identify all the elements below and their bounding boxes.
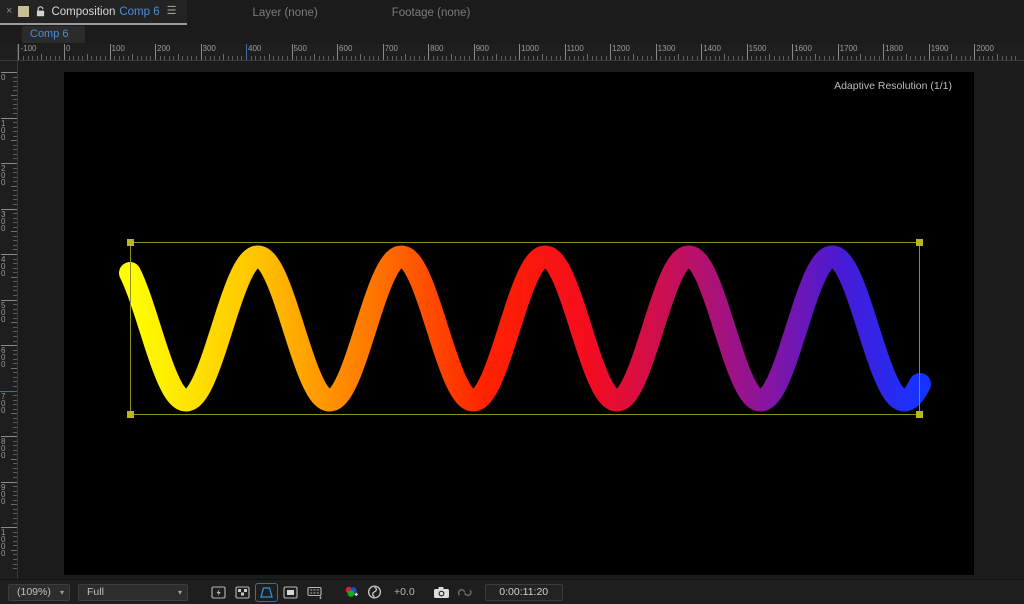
ruler-tick-label: 0	[66, 44, 71, 53]
selection-handle-top-right[interactable]	[916, 239, 923, 246]
horizontal-ruler[interactable]: -100 0 100 200 300 400 500 600 700 800 900 1000 1100…	[18, 44, 1024, 61]
viewer-bottom-toolbar: (109%) ▾ Full ▾ +0.0 0:00:11:20	[0, 579, 1024, 604]
adaptive-resolution-label: Adaptive Resolution (1/1)	[834, 80, 952, 92]
tab-gap-2	[328, 0, 386, 25]
grid-and-guide-options-icon[interactable]	[255, 582, 278, 602]
ruler-tick-label: 200	[1, 164, 6, 188]
chevron-down-icon: ▾	[177, 587, 182, 597]
ruler-tick-label: 1200	[612, 44, 630, 53]
ruler-tick-label: 700	[384, 44, 398, 53]
tab-layer[interactable]: Layer (none)	[247, 0, 328, 25]
ruler-tick-label: 700	[1, 391, 6, 415]
ruler-tick-label: 800	[1, 437, 6, 461]
ruler-tick-label: 600	[339, 44, 353, 53]
composition-canvas[interactable]: Adaptive Resolution (1/1)	[64, 72, 974, 575]
tab-label-footage: Footage (none)	[391, 6, 471, 19]
tab-gap-1	[187, 0, 247, 25]
ruler-corner	[0, 44, 18, 61]
ruler-tick-label: 1700	[839, 44, 858, 53]
tab-label-layer: Layer (none)	[252, 6, 318, 19]
ruler-tick-label: 1800	[885, 44, 903, 53]
vertical-ruler[interactable]: 0 100 200 300 400 500 600 700 800 900 1000	[0, 61, 18, 579]
exposure-icon[interactable]	[364, 584, 385, 601]
ruler-tick-label: 900	[1, 482, 6, 506]
ruler-tick-label: 800	[430, 44, 444, 53]
selection-handle-bottom-right[interactable]	[916, 411, 923, 418]
ruler-tick-label: 300	[202, 44, 216, 53]
ruler-tick-label: -100	[20, 44, 37, 53]
ruler-tick-label: 600	[1, 346, 6, 370]
transparency-grid-icon[interactable]	[232, 584, 253, 601]
channel-rgb-icon[interactable]	[340, 584, 361, 601]
selection-handle-bottom-left[interactable]	[127, 411, 134, 418]
ruler-guide-marker[interactable]	[0, 390, 17, 392]
resolution-dropdown[interactable]: Full ▾	[78, 583, 188, 601]
exposure-value[interactable]: +0.0	[394, 586, 415, 598]
preview-time-icon[interactable]	[304, 584, 325, 601]
zoom-level-value: (109%)	[17, 586, 51, 598]
layer-selection-box[interactable]	[127, 239, 923, 418]
ruler-tick-label: 2000	[976, 44, 994, 53]
close-icon[interactable]: ×	[6, 6, 12, 17]
ruler-tick-label: 1500	[748, 44, 767, 53]
ruler-tick-label: 500	[1, 300, 6, 324]
ruler-guide-marker[interactable]	[246, 44, 248, 60]
ruler-tick-label: 1400	[703, 44, 721, 53]
tab-comp-name: Comp 6	[119, 5, 160, 18]
zoom-level-dropdown[interactable]: (109%) ▾	[8, 583, 70, 601]
ruler-tick-label: 1900	[930, 44, 949, 53]
tab-footage[interactable]: Footage (none)	[386, 0, 481, 25]
ruler-tick-label: 300	[1, 209, 6, 233]
take-snapshot-icon[interactable]	[431, 584, 452, 601]
ruler-tick-label: 900	[475, 44, 489, 53]
tab-composition[interactable]: × Composition Comp 6 ☰	[0, 0, 187, 25]
ruler-tick-label: 100	[111, 44, 125, 53]
ruler-tick-label: 1600	[794, 44, 812, 53]
resolution-value: Full	[87, 586, 104, 598]
ruler-tick-label: 0	[1, 73, 6, 82]
lock-icon[interactable]	[36, 6, 45, 17]
mask-shape-visibility-icon[interactable]	[280, 584, 301, 601]
current-timecode[interactable]: 0:00:11:20	[484, 583, 563, 601]
ruler-tick-label: 200	[157, 44, 171, 53]
region-of-interest-icon[interactable]	[208, 584, 229, 601]
ruler-tick-label: 1000	[521, 44, 539, 53]
ruler-tick-label: 100	[1, 118, 6, 142]
composition-color-swatch	[18, 6, 30, 17]
breadcrumb: Comp 6	[0, 25, 1024, 44]
ruler-tick-label: 400	[248, 44, 262, 53]
composition-viewer[interactable]: Adaptive Resolution (1/1)	[18, 61, 1024, 579]
selection-handle-top-left[interactable]	[127, 239, 134, 246]
breadcrumb-item-comp6[interactable]: Comp 6	[22, 26, 85, 43]
ruler-tick-label: 400	[1, 255, 6, 279]
ruler-tick-label: 1300	[657, 44, 676, 53]
ruler-tick-label: 1000	[1, 528, 6, 559]
panel-tab-bar: × Composition Comp 6 ☰ Layer (none) Foot…	[0, 0, 1024, 25]
ruler-tick-label: 1100	[566, 44, 584, 53]
chevron-down-icon: ▾	[59, 587, 64, 597]
ruler-tick-label: 500	[293, 44, 307, 53]
after-effects-composition-panel: × Composition Comp 6 ☰ Layer (none) Foot…	[0, 0, 1024, 604]
show-snapshot-icon[interactable]	[455, 584, 476, 601]
tab-label-composition: Composition	[51, 5, 116, 18]
panel-menu-icon[interactable]: ☰	[167, 6, 177, 17]
